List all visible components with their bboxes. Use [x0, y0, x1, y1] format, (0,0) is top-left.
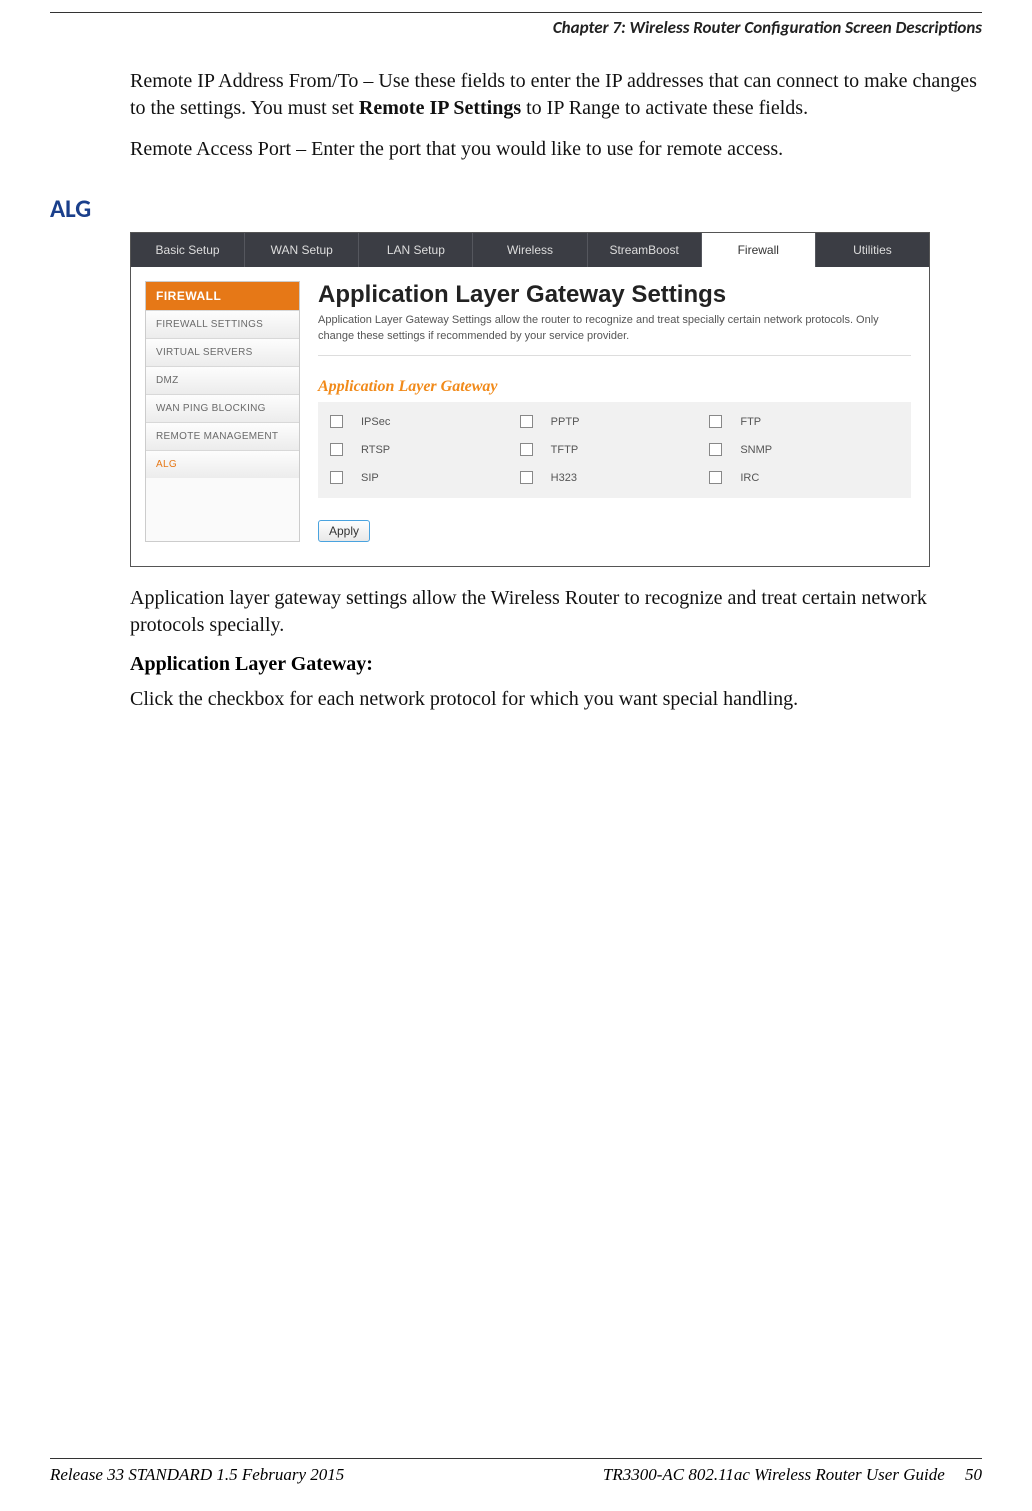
sidebar-heading: FIREWALL — [146, 282, 299, 310]
tab-utilities[interactable]: Utilities — [816, 233, 929, 267]
sidebar: FIREWALL FIREWALL SETTINGS VIRTUAL SERVE… — [145, 281, 300, 542]
tab-streamboost[interactable]: StreamBoost — [588, 233, 702, 267]
protocol-row: SIP H323 IRC — [330, 464, 899, 492]
section-heading-alg: ALG — [50, 193, 982, 224]
tab-firewall[interactable]: Firewall — [702, 233, 816, 267]
protocol-grid: IPSec PPTP FTP RTSP TFTP SNMP SIP H323 I… — [318, 402, 911, 498]
panel-description: Application Layer Gateway Settings allow… — [318, 313, 911, 345]
tab-wan-setup[interactable]: WAN Setup — [245, 233, 359, 267]
main-tabs: Basic Setup WAN Setup LAN Setup Wireless… — [131, 233, 929, 267]
paragraph-remote-port: Remote Access Port – Enter the port that… — [130, 136, 982, 163]
paragraph-alg-desc: Application layer gateway settings allow… — [130, 585, 982, 639]
protocol-row: RTSP TFTP SNMP — [330, 436, 899, 464]
checkbox-snmp[interactable] — [709, 443, 722, 456]
subheading-alg: Application Layer Gateway: — [130, 653, 982, 676]
label-snmp: SNMP — [740, 444, 772, 456]
running-header: Chapter 7: Wireless Router Configuration… — [50, 17, 982, 38]
tab-wireless[interactable]: Wireless — [473, 233, 587, 267]
sidebar-item-alg[interactable]: ALG — [146, 450, 299, 478]
sidebar-item-wan-ping-blocking[interactable]: WAN PING BLOCKING — [146, 394, 299, 422]
label-irc: IRC — [740, 472, 759, 484]
footer-guide-title: TR3300-AC 802.11ac Wireless Router User … — [603, 1465, 945, 1484]
router-ui-screenshot: Basic Setup WAN Setup LAN Setup Wireless… — [130, 232, 930, 567]
checkbox-rtsp[interactable] — [330, 443, 343, 456]
para1-bold: Remote IP Settings — [359, 97, 521, 119]
panel-title: Application Layer Gateway Settings — [318, 281, 911, 309]
sidebar-item-firewall-settings[interactable]: FIREWALL SETTINGS — [146, 310, 299, 338]
label-sip: SIP — [361, 472, 379, 484]
checkbox-sip[interactable] — [330, 471, 343, 484]
paragraph-checkbox-instruction: Click the checkbox for each network prot… — [130, 686, 982, 713]
tab-basic-setup[interactable]: Basic Setup — [131, 233, 245, 267]
content-panel: Application Layer Gateway Settings Appli… — [318, 281, 911, 542]
label-ipsec: IPSec — [361, 416, 390, 428]
checkbox-tftp[interactable] — [520, 443, 533, 456]
label-tftp: TFTP — [551, 444, 579, 456]
sidebar-item-remote-management[interactable]: REMOTE MANAGEMENT — [146, 422, 299, 450]
label-pptp: PPTP — [551, 416, 580, 428]
apply-button[interactable]: Apply — [318, 520, 370, 542]
divider — [318, 355, 911, 356]
label-ftp: FTP — [740, 416, 761, 428]
checkbox-ipsec[interactable] — [330, 415, 343, 428]
label-rtsp: RTSP — [361, 444, 390, 456]
page-number: 50 — [965, 1465, 982, 1484]
paragraph-remote-ip: Remote IP Address From/To – Use these fi… — [130, 68, 982, 122]
footer-left: Release 33 STANDARD 1.5 February 2015 — [50, 1465, 344, 1485]
para1-b: to IP Range to activate these fields. — [521, 97, 808, 119]
checkbox-h323[interactable] — [520, 471, 533, 484]
page-footer: Release 33 STANDARD 1.5 February 2015 TR… — [50, 1458, 982, 1485]
sidebar-item-dmz[interactable]: DMZ — [146, 366, 299, 394]
checkbox-ftp[interactable] — [709, 415, 722, 428]
tab-lan-setup[interactable]: LAN Setup — [359, 233, 473, 267]
footer-rule — [50, 1458, 982, 1459]
checkbox-pptp[interactable] — [520, 415, 533, 428]
protocol-row: IPSec PPTP FTP — [330, 408, 899, 436]
panel-subheading: Application Layer Gateway — [318, 378, 911, 396]
footer-right: TR3300-AC 802.11ac Wireless Router User … — [603, 1465, 982, 1485]
label-h323: H323 — [551, 472, 577, 484]
checkbox-irc[interactable] — [709, 471, 722, 484]
sidebar-item-virtual-servers[interactable]: VIRTUAL SERVERS — [146, 338, 299, 366]
header-rule — [50, 12, 982, 13]
